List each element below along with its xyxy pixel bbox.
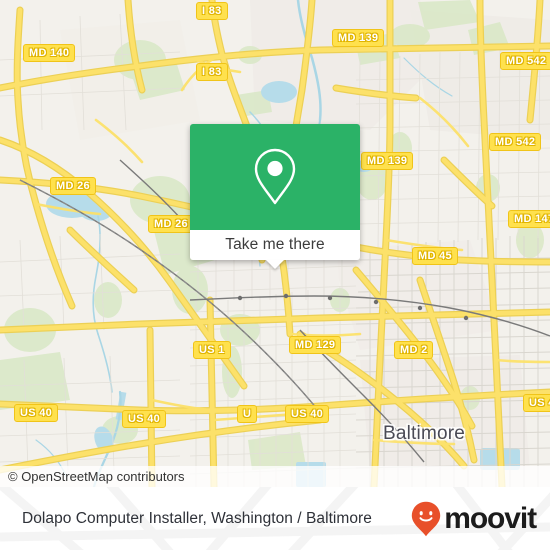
road-shield: U <box>237 405 258 423</box>
card-icon-area <box>190 124 360 230</box>
card-action-area[interactable]: Take me there <box>190 230 360 269</box>
take-me-there-label: Take me there <box>225 236 325 253</box>
moovit-logo[interactable]: moovit <box>411 501 537 537</box>
road-shield: MD 2 <box>394 341 434 359</box>
road-shield: MD 139 <box>361 152 414 170</box>
map-attribution[interactable]: © OpenStreetMap contributors <box>0 466 550 487</box>
road-shield: US 40 <box>122 410 167 428</box>
moovit-wordmark: moovit <box>444 501 537 535</box>
road-shield: I 83 <box>196 2 228 20</box>
road-shield: US 4 <box>523 394 550 412</box>
road-shield: US 40 <box>14 404 59 422</box>
road-shield: MD 542 <box>500 52 550 70</box>
moovit-smiley-pin-icon <box>412 501 441 536</box>
road-shield: US 1 <box>193 341 231 359</box>
road-shield: MD 140 <box>23 44 76 62</box>
road-shield: US 40 <box>285 405 330 423</box>
map-screenshot: .rd { stroke:#fce16a; stroke-linecap:rou… <box>0 0 550 550</box>
place-label-baltimore: Baltimore <box>383 423 466 444</box>
map-canvas[interactable]: .rd { stroke:#fce16a; stroke-linecap:rou… <box>0 0 550 487</box>
road-shield: MD 26 <box>148 215 194 233</box>
card-pointer-tail <box>266 260 284 269</box>
road-shield: MD 129 <box>289 336 342 354</box>
road-shield: MD 147 <box>508 210 550 228</box>
page-title: Dolapo Computer Installer, Washington / … <box>22 509 372 527</box>
road-shield: I 83 <box>196 63 228 81</box>
location-popup-card[interactable]: Take me there <box>190 124 360 269</box>
map-pin-icon <box>254 148 296 205</box>
road-shield: MD 542 <box>489 133 542 151</box>
road-shield: MD 45 <box>412 247 458 265</box>
road-shield: MD 139 <box>332 29 385 47</box>
footer-bar: Dolapo Computer Installer, Washington / … <box>0 487 550 550</box>
road-shield: MD 26 <box>50 177 96 195</box>
